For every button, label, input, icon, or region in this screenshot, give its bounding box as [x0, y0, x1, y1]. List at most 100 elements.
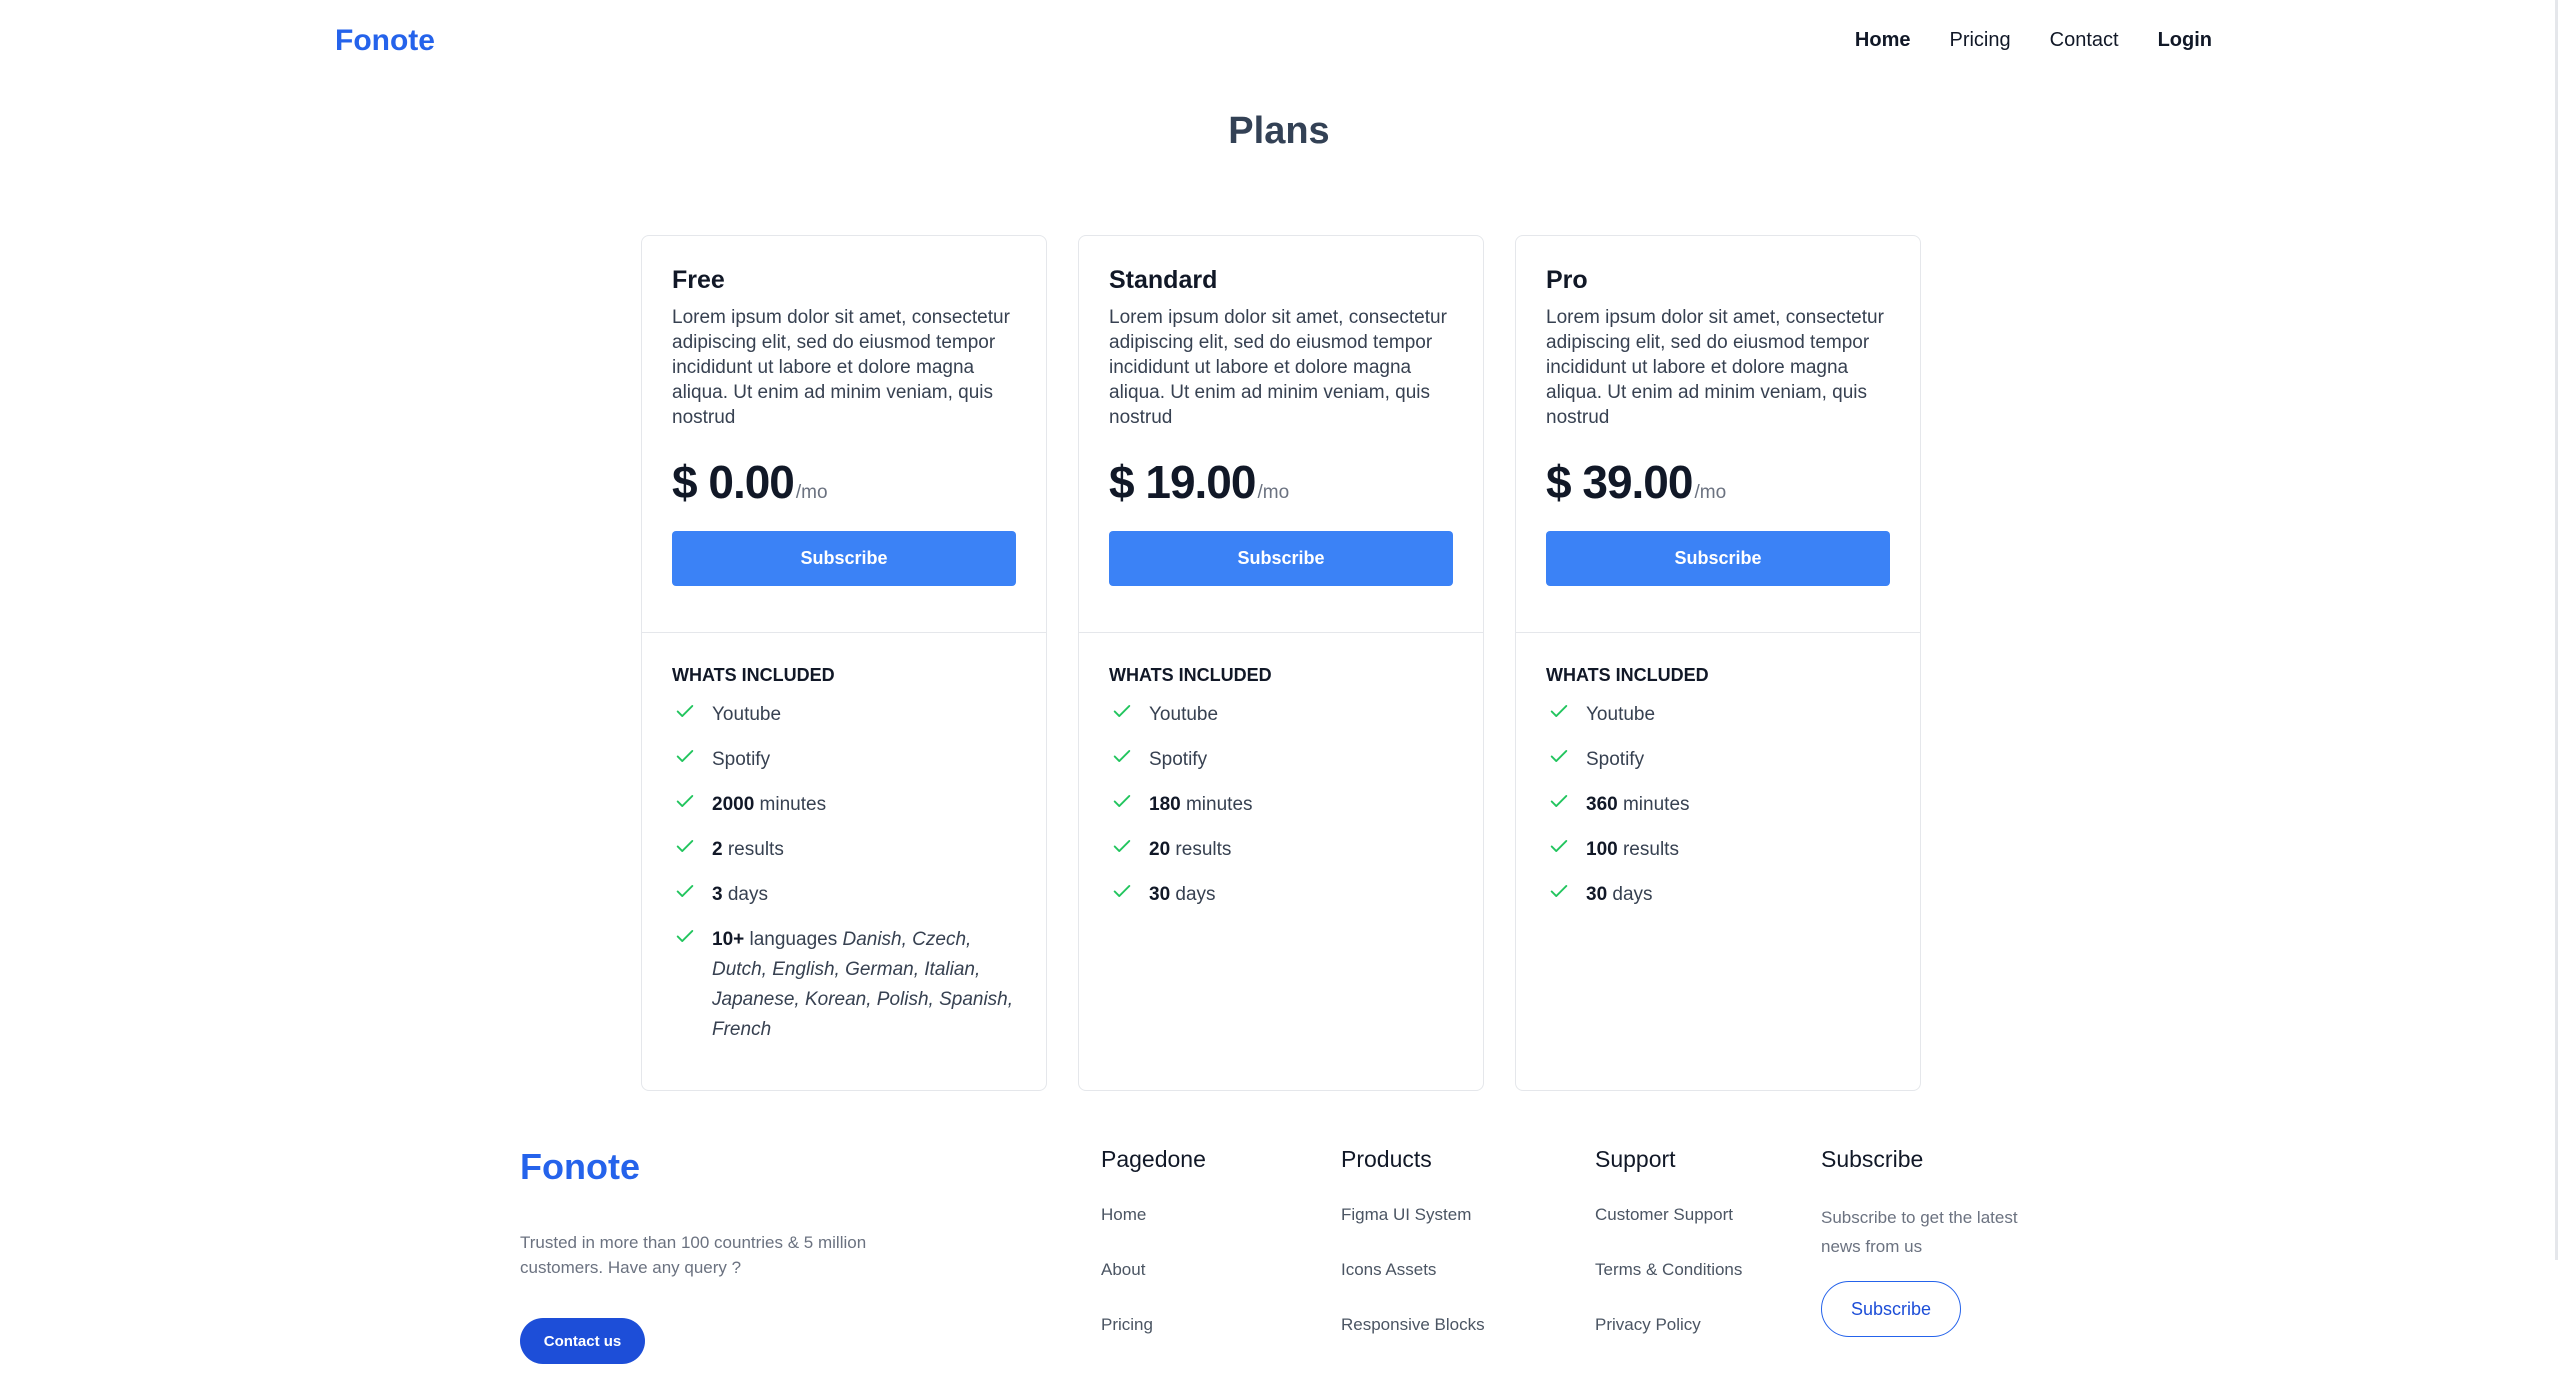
plan-name: Free: [672, 266, 725, 294]
page-title: Plans: [1228, 110, 1330, 152]
footer-column-products: Products Figma UI System Icons Assets Re…: [1341, 1146, 1485, 1368]
feature-label: results: [1617, 839, 1679, 860]
whats-included-title: WHATS INCLUDED: [1546, 665, 1709, 685]
footer-subscribe-button[interactable]: Subscribe: [1821, 1281, 1961, 1337]
check-icon: [674, 835, 696, 857]
footer-brand[interactable]: Fonote: [520, 1146, 640, 1188]
feature-value: 30: [1149, 884, 1171, 905]
feature-item: 30 days: [1546, 880, 1890, 910]
plan-features: WHATS INCLUDED Youtube Spotify 180 minutes 2…: [1079, 633, 1483, 910]
subscribe-button[interactable]: Subscribe: [672, 531, 1016, 586]
feature-label: Spotify: [1586, 749, 1645, 770]
footer-link-figma-ui-system[interactable]: Figma UI System: [1341, 1203, 1485, 1226]
plan-name: Standard: [1109, 266, 1218, 294]
check-icon: [1548, 790, 1570, 812]
feature-item: 100 results: [1546, 835, 1890, 865]
plan-features: WHATS INCLUDED Youtube Spotify 2000 minutes…: [642, 633, 1046, 1045]
check-icon: [1548, 700, 1570, 722]
plan-card-pro: Pro Lorem ipsum dolor sit amet, consectet…: [1515, 235, 1921, 1091]
feature-value: 30: [1586, 884, 1608, 905]
feature-item: Spotify: [1109, 745, 1453, 775]
check-icon: [1548, 880, 1570, 902]
feature-item: 180 minutes: [1109, 790, 1453, 820]
plan-description: Lorem ipsum dolor sit amet, consectetur …: [672, 307, 1010, 428]
feature-label: Youtube: [1586, 704, 1656, 725]
feature-label: minutes: [1180, 794, 1253, 815]
plan-header: Free Lorem ipsum dolor sit amet, consecte…: [642, 236, 1046, 633]
footer-column-subscribe: Subscribe Subscribe to get the latest ne…: [1821, 1146, 2051, 1337]
check-icon: [1548, 745, 1570, 767]
plan-description: Lorem ipsum dolor sit amet, consectetur …: [1109, 307, 1447, 428]
contact-us-button[interactable]: Contact us: [520, 1318, 645, 1364]
plan-description: Lorem ipsum dolor sit amet, consectetur …: [1546, 307, 1884, 428]
feature-item: Youtube: [672, 700, 1016, 730]
whats-included-title: WHATS INCLUDED: [1109, 665, 1272, 685]
feature-label: days: [722, 884, 768, 905]
feature-list: Youtube Spotify 180 minutes 20 results 30 da…: [1109, 700, 1453, 910]
feature-item: 2 results: [672, 835, 1016, 865]
check-icon: [674, 880, 696, 902]
footer-link-privacy[interactable]: Privacy Policy: [1595, 1313, 1742, 1336]
whats-included-title: WHATS INCLUDED: [672, 665, 835, 685]
footer-column-title: Subscribe: [1821, 1146, 1924, 1172]
plan-header: Standard Lorem ipsum dolor sit amet, cons…: [1079, 236, 1483, 633]
check-icon: [1548, 835, 1570, 857]
feature-label: Spotify: [1149, 749, 1208, 770]
price-period: /mo: [1694, 482, 1727, 503]
nav-home-link[interactable]: Home: [1855, 29, 1911, 52]
footer-column-support: Support Customer Support Terms & Conditi…: [1595, 1146, 1742, 1368]
check-icon: [1111, 745, 1133, 767]
feature-list: Youtube Spotify 2000 minutes 2 results 3 day…: [672, 700, 1016, 1045]
subscribe-button[interactable]: Subscribe: [1546, 531, 1890, 586]
footer-link-home[interactable]: Home: [1101, 1203, 1206, 1226]
feature-label: minutes: [1617, 794, 1690, 815]
feature-value: 2000: [712, 794, 755, 815]
feature-item: Youtube: [1546, 700, 1890, 730]
plan-price: $ 19.00: [1109, 456, 1256, 508]
footer-column-title: Support: [1595, 1146, 1676, 1172]
plan-card-standard: Standard Lorem ipsum dolor sit amet, cons…: [1078, 235, 1484, 1091]
brand-logo[interactable]: Fonote: [335, 24, 435, 58]
nav-pricing-link[interactable]: Pricing: [1949, 29, 2010, 52]
feature-label: languages: [744, 929, 843, 950]
feature-value: 100: [1586, 839, 1618, 860]
footer-tagline: Trusted in more than 100 countries & 5 m…: [520, 1233, 867, 1277]
feature-label: days: [1607, 884, 1653, 905]
check-icon: [674, 700, 696, 722]
subscribe-button[interactable]: Subscribe: [1109, 531, 1453, 586]
feature-label: days: [1170, 884, 1216, 905]
footer-link-pricing[interactable]: Pricing: [1101, 1313, 1206, 1336]
feature-value: 10+: [712, 929, 745, 950]
footer-link-terms[interactable]: Terms & Conditions: [1595, 1258, 1742, 1281]
price-row: $ 39.00/mo: [1546, 455, 1890, 509]
feature-item: 3 days: [672, 880, 1016, 910]
footer-link-about[interactable]: About: [1101, 1258, 1206, 1281]
feature-item: 20 results: [1109, 835, 1453, 865]
plan-header: Pro Lorem ipsum dolor sit amet, consectet…: [1516, 236, 1920, 633]
feature-value: 180: [1149, 794, 1181, 815]
check-icon: [674, 925, 696, 947]
feature-item: Spotify: [672, 745, 1016, 775]
price-period: /mo: [1257, 482, 1290, 503]
check-icon: [1111, 880, 1133, 902]
plan-features: WHATS INCLUDED Youtube Spotify 360 minutes 1…: [1516, 633, 1920, 910]
plan-price: $ 0.00: [672, 456, 795, 508]
feature-label: Spotify: [712, 749, 771, 770]
footer-link-customer-support[interactable]: Customer Support: [1595, 1203, 1742, 1226]
price-row: $ 19.00/mo: [1109, 455, 1453, 509]
nav-login-link[interactable]: Login: [2158, 29, 2212, 52]
feature-list: Youtube Spotify 360 minutes 100 results 30 d…: [1546, 700, 1890, 910]
price-row: $ 0.00/mo: [672, 455, 1016, 509]
feature-item: 30 days: [1109, 880, 1453, 910]
plan-card-free: Free Lorem ipsum dolor sit amet, consecte…: [641, 235, 1047, 1091]
feature-value: 360: [1586, 794, 1618, 815]
footer-link-icons-assets[interactable]: Icons Assets: [1341, 1258, 1485, 1281]
footer-link-responsive-blocks[interactable]: Responsive Blocks: [1341, 1313, 1485, 1336]
nav-contact-link[interactable]: Contact: [2050, 29, 2119, 52]
footer-column-title: Products: [1341, 1146, 1432, 1172]
feature-item: 10+ languages Danish, Czech, Dutch, Engl…: [672, 925, 1016, 1045]
plan-price: $ 39.00: [1546, 456, 1693, 508]
check-icon: [674, 790, 696, 812]
nav-links: Home Pricing Contact Login: [1855, 29, 2212, 52]
footer-column-title: Pagedone: [1101, 1146, 1206, 1172]
